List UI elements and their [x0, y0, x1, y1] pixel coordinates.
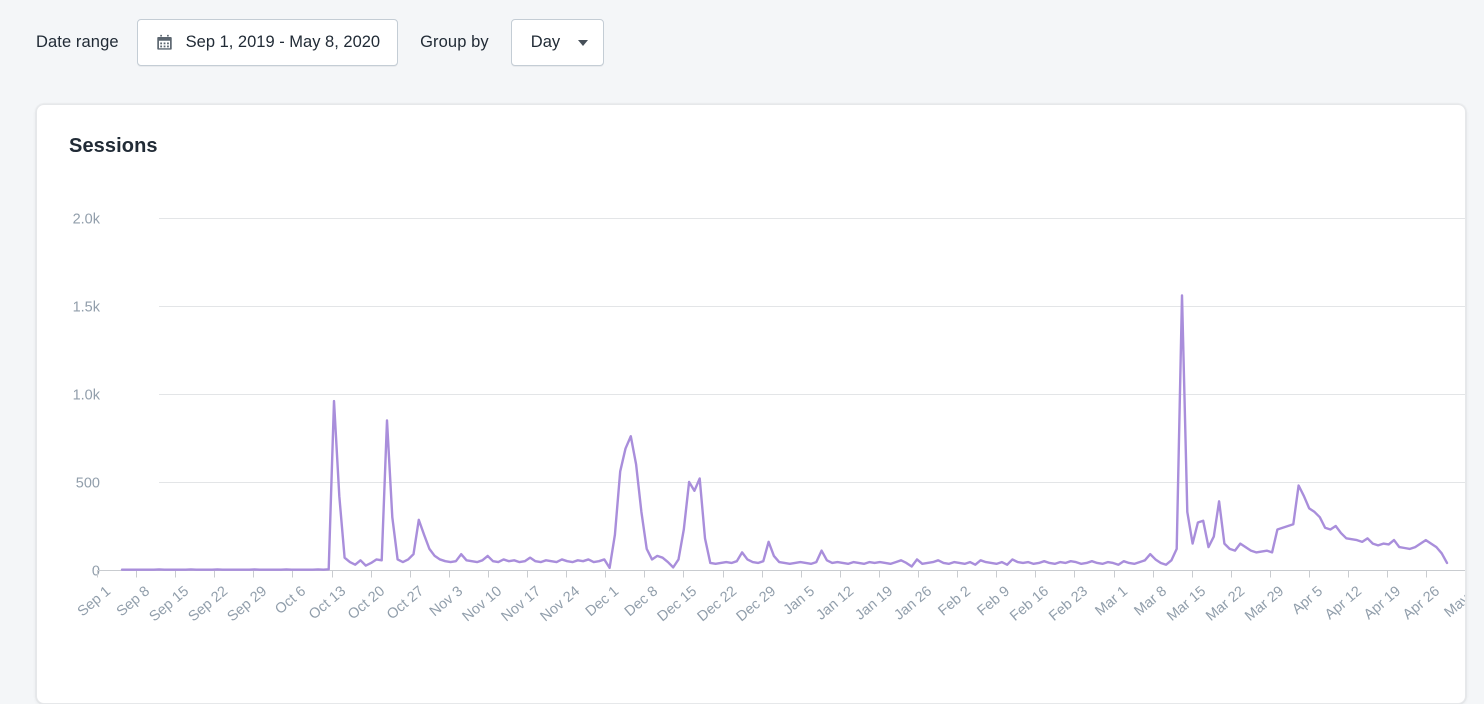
x-axis-tick-label: Apr 12 — [1322, 583, 1365, 623]
x-axis-tick-label: Feb 9 — [974, 583, 1013, 619]
x-axis-tick-label: Sep 22 — [186, 583, 231, 625]
y-axis-tick-label: 1.5k — [73, 300, 101, 316]
x-axis-tick-label: Apr 26 — [1400, 583, 1443, 623]
x-axis-tick-label: Nov 24 — [538, 583, 583, 625]
x-axis-tick-label: Mar 1 — [1092, 583, 1131, 619]
y-axis-tick-label: 1.0k — [73, 388, 101, 404]
x-axis-tick-label: Dec 29 — [734, 583, 779, 625]
x-axis-tick-label: Jan 19 — [852, 583, 896, 623]
x-axis-tick-label: Oct 27 — [384, 583, 427, 623]
filters-toolbar: Date range Sep 1, 2019 - May 8, 2020 Gro… — [0, 0, 1484, 84]
x-axis-tick-label: Apr 5 — [1289, 583, 1326, 618]
x-axis-tick-label: Nov 10 — [460, 583, 505, 625]
group-by-select[interactable]: Day — [510, 18, 605, 66]
y-axis-tick-label: 2.0k — [73, 212, 101, 228]
x-axis-tick-label: Feb 2 — [935, 583, 974, 619]
x-axis-tick-label: Oct 13 — [306, 583, 349, 623]
y-axis-tick-label: 500 — [76, 476, 100, 492]
date-range-label: Date range — [36, 32, 119, 51]
x-axis-tick-label: Apr 19 — [1361, 583, 1404, 623]
x-axis-tick-label: Feb 16 — [1007, 583, 1052, 624]
x-axis-tick-label: Sep 15 — [147, 583, 192, 625]
x-axis-tick-label: Sep 29 — [225, 583, 270, 625]
series-line-sessions — [120, 294, 1449, 571]
x-axis-tick-label: Oct 6 — [272, 583, 309, 618]
x-axis-tick-label: Mar 29 — [1242, 583, 1287, 624]
x-axis-tick-label: Jan 5 — [781, 583, 818, 618]
y-axis-tick-label: 0 — [92, 564, 100, 580]
sessions-line-chart[interactable]: 05001.0k1.5k2.0kSep 1 Sep 8Sep 15Sep 22Se… — [37, 105, 1466, 704]
x-axis-tick-label: May 3 — [1442, 583, 1466, 621]
x-axis-tick-label: Feb 23 — [1046, 583, 1091, 624]
x-axis-tick-label: Mar 8 — [1131, 583, 1170, 619]
x-axis-tick-label: Nov 17 — [499, 583, 544, 625]
date-range-button[interactable]: Sep 1, 2019 - May 8, 2020 — [136, 18, 399, 66]
x-axis-tick-label: Dec 22 — [695, 583, 740, 625]
x-axis-tick-label: Oct 20 — [345, 583, 388, 623]
group-by-value: Day — [530, 32, 561, 51]
group-by-label: Group by — [420, 32, 489, 51]
x-axis-tick-label: Jan 12 — [813, 583, 857, 623]
chevron-down-icon — [578, 39, 589, 46]
x-axis-tick-label: Mar 22 — [1203, 583, 1248, 624]
date-range-value: Sep 1, 2019 - May 8, 2020 — [185, 32, 381, 51]
sessions-chart-card: Sessions 0 500 1.0k 1.5k 2.0k Sep 1 Sep 8 Sep 1… — [36, 104, 1466, 704]
x-axis-tick-label: Mar 15 — [1164, 583, 1209, 624]
calendar-icon — [156, 34, 173, 51]
x-axis-tick-label: Jan 26 — [891, 583, 935, 623]
x-axis-tick-label: Dec 15 — [655, 583, 700, 625]
x-axis-tick-label: Sep 1 — [75, 583, 114, 620]
x-axis-tick-label: Dec 1 — [583, 583, 622, 620]
